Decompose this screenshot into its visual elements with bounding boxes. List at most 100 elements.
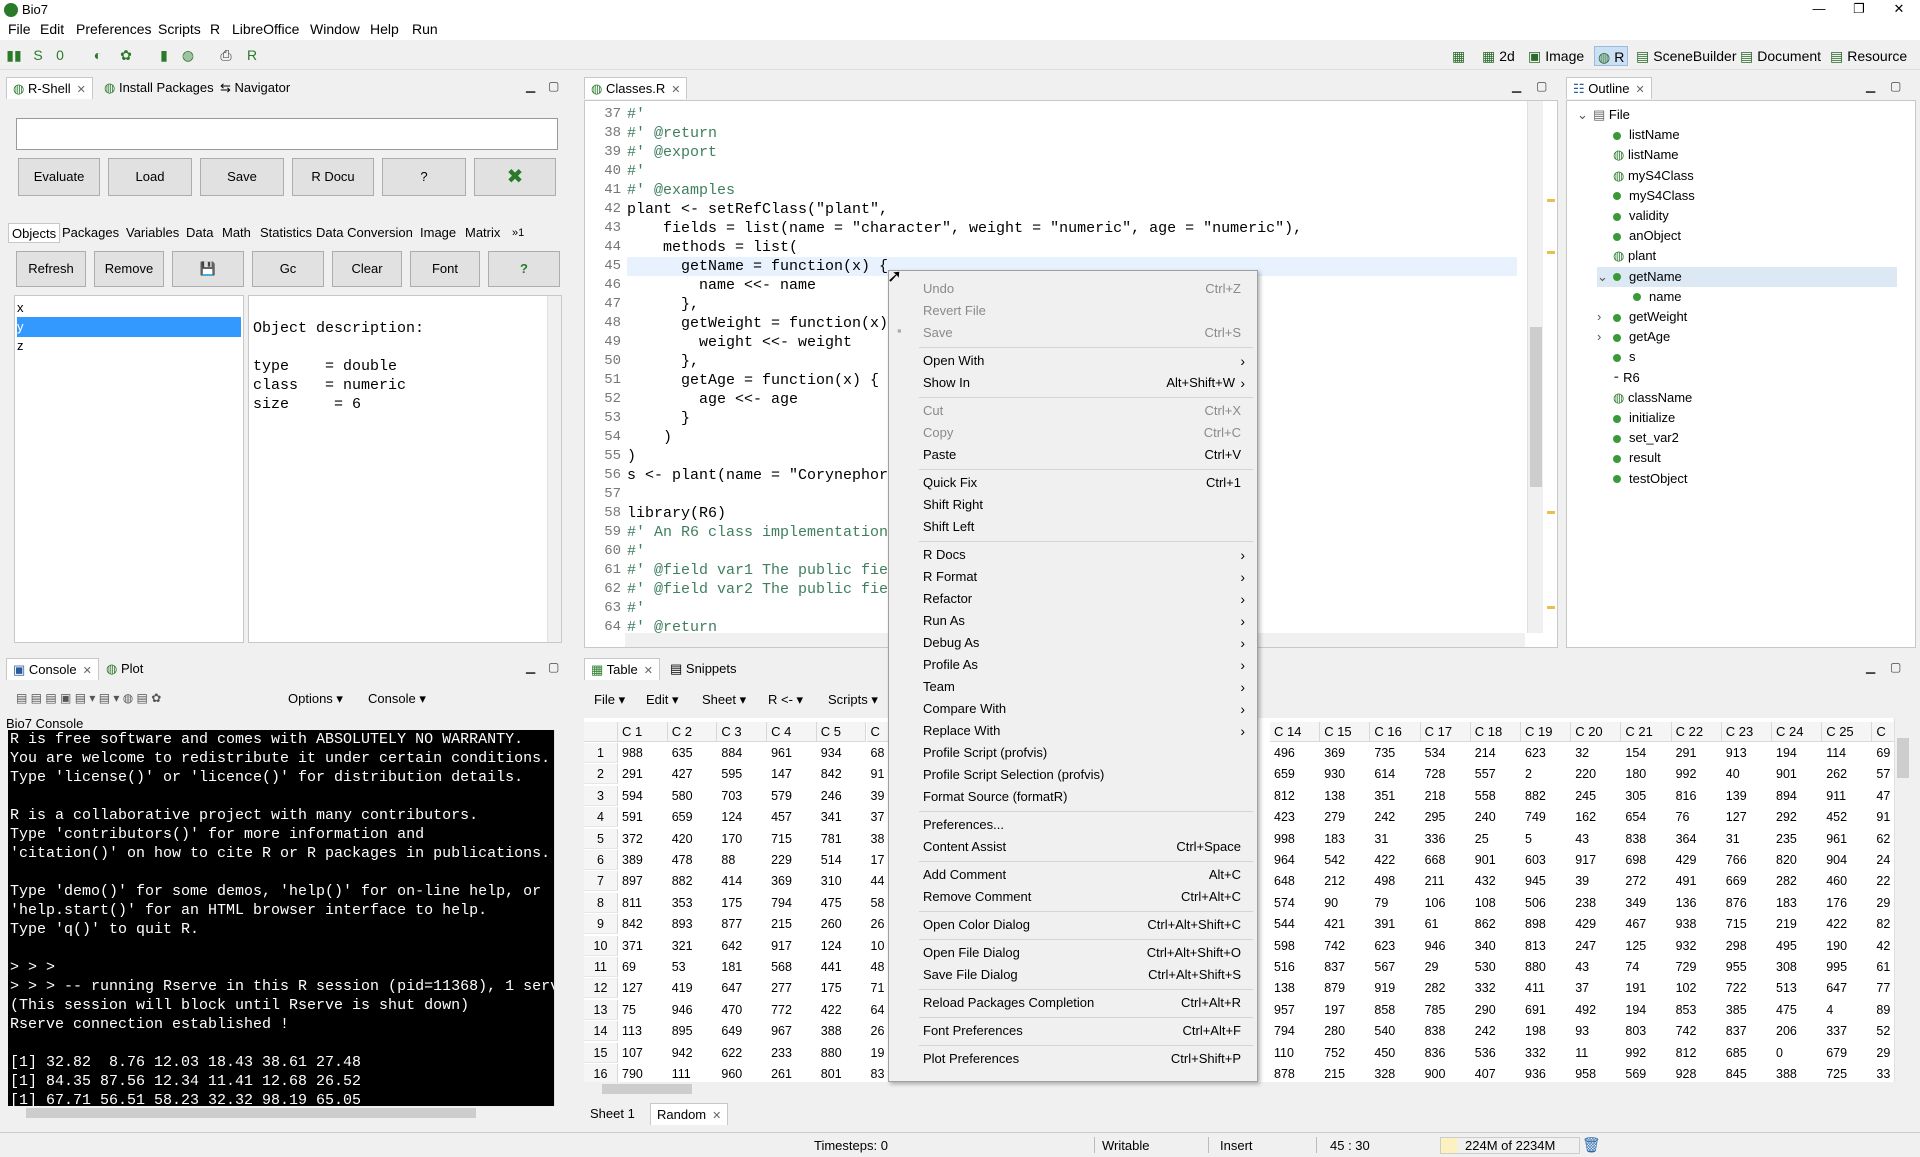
table-cell[interactable]: 877 [717,914,767,934]
table-cell[interactable]: 40 [1722,764,1772,784]
console-hscrollbar[interactable] [8,1106,554,1120]
gc-button[interactable]: Gc [252,251,324,287]
table-cell[interactable]: 900 [1421,1064,1471,1082]
table-cell[interactable]: 557 [1471,764,1521,784]
perspective-document[interactable]: ▤ Document [1740,46,1821,66]
table-cell[interactable]: 47 [1872,786,1894,806]
context-menu-item[interactable]: Replace With › [923,721,1249,741]
minimize-view-icon[interactable]: ▁ [526,79,535,93]
open-perspective-icon[interactable]: ▦ [1452,46,1469,66]
perspective-resource[interactable]: ▤ Resource [1830,46,1907,66]
row-header[interactable]: 11 [584,957,618,977]
table-cell[interactable]: 961 [1822,829,1872,849]
row-header[interactable]: 3 [584,785,618,806]
table-cell[interactable]: 282 [1421,978,1471,998]
outline-item[interactable]: listName [1597,125,1680,145]
context-menu-item[interactable]: Cut Ctrl+X [923,401,1249,421]
table-cell[interactable]: 197 [1320,1000,1370,1020]
outline-item[interactable]: ⁃ R6 [1597,368,1640,388]
table-cell[interactable]: 391 [1370,914,1420,934]
clear-button[interactable]: Clear [332,251,402,287]
column-header[interactable]: C [1872,722,1894,742]
table-cell[interactable]: 995 [1822,957,1872,977]
table-menu-file[interactable]: File ▾ [594,692,625,708]
table-cell[interactable]: 882 [1521,786,1571,806]
table-cell[interactable]: 942 [668,1043,718,1063]
table-cell[interactable]: 82 [1872,914,1894,934]
table-cell[interactable]: 215 [767,914,817,934]
table-cell[interactable]: 147 [767,764,817,784]
table-cell[interactable]: 749 [1521,807,1571,827]
table-cell[interactable]: 291 [1672,743,1722,763]
table-cell[interactable]: 57 [1872,764,1894,784]
context-menu-item[interactable]: Run As › [923,611,1249,631]
table-cell[interactable]: 812 [1270,786,1320,806]
table-cell[interactable]: 31 [1722,829,1772,849]
table-cell[interactable]: 372 [618,829,668,849]
expander-icon[interactable]: ⌄ [1597,267,1613,287]
column-header[interactable]: C 24 [1772,722,1823,742]
table-cell[interactable]: 820 [1772,850,1822,870]
outline-item[interactable]: › getAge [1597,327,1670,347]
new-file-icon[interactable]: ▮ [156,47,172,63]
table-cell[interactable]: 785 [1421,1000,1471,1020]
table-cell[interactable]: 967 [767,1021,817,1041]
table-cell[interactable]: 429 [1672,850,1722,870]
table-cell[interactable]: 715 [767,829,817,849]
subtab-data[interactable]: Data [186,223,213,243]
table-cell[interactable]: 919 [1370,978,1420,998]
table-cell[interactable]: 127 [1722,807,1772,827]
settings-clover-icon[interactable]: ✿ [118,47,134,63]
table-cell[interactable]: 742 [1672,1021,1722,1041]
table-cell[interactable]: 513 [1772,978,1822,998]
table-menu-sheet[interactable]: Sheet ▾ [702,692,746,708]
table-cell[interactable]: 735 [1370,743,1420,763]
table-cell[interactable]: 93 [1571,1021,1621,1041]
table-cell[interactable]: 411 [1521,978,1571,998]
table-cell[interactable]: 79 [1370,893,1420,913]
pause-run-icon[interactable]: ▮▮ [6,47,22,63]
menu-r[interactable]: R [210,21,220,37]
table-cell[interactable]: 432 [1471,871,1521,891]
table-cell[interactable]: 880 [1521,957,1571,977]
table-cell[interactable]: 215 [1320,1064,1370,1082]
table-cell[interactable]: 43 [1571,957,1621,977]
outline-item[interactable]: ◍ myS4Class [1597,166,1694,186]
table-cell[interactable]: 838 [1621,829,1671,849]
table-cell[interactable]: 649 [717,1021,767,1041]
context-menu-item[interactable]: Quick Fix Ctrl+1 [923,473,1249,493]
table-cell[interactable]: 934 [817,743,867,763]
stop-icon[interactable]: S [30,47,46,63]
table-cell[interactable]: 772 [767,1000,817,1020]
context-menu-item[interactable]: Preferences... [923,815,1249,835]
context-menu-item[interactable]: Profile Script Selection (profvis) [923,765,1249,785]
table-cell[interactable]: 622 [717,1043,767,1063]
table-cell[interactable]: 594 [618,786,668,806]
table-cell[interactable]: 685 [1722,1043,1772,1063]
table-cell[interactable]: 642 [717,936,767,956]
table-cell[interactable]: 420 [668,829,718,849]
console-output[interactable]: R is free software and comes with ABSOLU… [8,730,554,1106]
objects-list[interactable]: x y z [14,295,244,643]
expander-icon[interactable]: › [1597,307,1613,327]
table-cell[interactable]: 2 [1521,764,1571,784]
close-window-button[interactable]: ✕ [1876,0,1920,20]
close-icon[interactable]: ✕ [83,665,92,677]
row-header[interactable]: 15 [584,1042,618,1063]
table-cell[interactable]: 812 [1672,1043,1722,1063]
table-cell[interactable]: 198 [1521,1021,1571,1041]
table-cell[interactable]: 388 [1772,1064,1822,1082]
menu-scripts[interactable]: Scripts [158,21,201,37]
perspective-scenebuilder[interactable]: ▤ SceneBuilder [1636,46,1737,66]
table-cell[interactable]: 530 [1471,957,1521,977]
table-cell[interactable]: 648 [1270,871,1320,891]
column-header[interactable]: C 15 [1320,722,1371,742]
outline-item[interactable]: validity [1597,206,1669,226]
table-cell[interactable]: 279 [1320,807,1370,827]
grid-corner[interactable] [584,722,618,742]
table-cell[interactable]: 261 [767,1064,817,1082]
remove-button[interactable]: Remove [94,251,164,287]
table-cell[interactable]: 895 [668,1021,718,1041]
table-cell[interactable]: 407 [1471,1064,1521,1082]
column-header[interactable]: C 18 [1470,722,1521,742]
